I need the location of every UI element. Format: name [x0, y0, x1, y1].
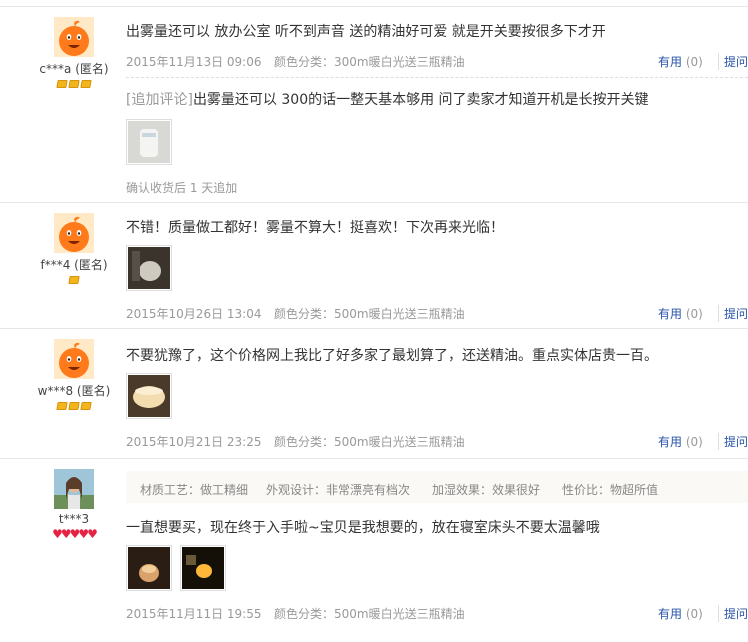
humidifier-photo-icon: [182, 547, 224, 589]
append-review: [追加评论]出雾量还可以 300的话一整天基本够用 问了卖家才知道开机是长按开关…: [126, 89, 649, 109]
append-text: 出雾量还可以 300的话一整天基本够用 问了卖家才知道开机是长按开关键: [192, 92, 649, 108]
review-photo[interactable]: [126, 245, 172, 291]
review-meta: 2015年10月26日 13:04 颜色分类：500m暖白光送三瓶精油: [126, 305, 465, 322]
tag-craft: 材质工艺：做工精细: [140, 483, 249, 497]
useful-count: (0): [685, 307, 703, 321]
color-class: 颜色分类：500m暖白光送三瓶精油: [274, 435, 465, 449]
humidifier-photo-icon: [128, 375, 170, 417]
review-date: 2015年10月26日 13:04: [126, 307, 262, 321]
user-photo-avatar: [54, 469, 94, 509]
reviewer-name: t***3: [58, 512, 90, 526]
heart-icon: ♥: [52, 527, 63, 541]
avatar[interactable]: [54, 17, 94, 57]
tag-design: 外观设计：非常漂亮有档次: [266, 483, 411, 497]
ask-link[interactable]: 提问: [718, 433, 748, 450]
review-text: 不错！质量做工都好！雾量不算大！挺喜欢！下次再来光临！: [126, 220, 504, 236]
diamond-icon: [68, 276, 80, 284]
heart-icon: ♥: [60, 527, 72, 541]
tag-effect: 加湿效果：效果很好: [432, 483, 541, 497]
useful-label[interactable]: 有用: [658, 55, 682, 69]
color-class: 颜色分类：300m暖白光送三瓶精油: [274, 55, 465, 69]
reviewer-info: w***8 (匿名): [14, 339, 134, 413]
useful-label[interactable]: 有用: [658, 435, 682, 449]
diamond-icon: [80, 402, 92, 410]
review-text: 出雾量还可以 放办公室 听不到声音 送的精油好可爱 就是开关要按很多下才开: [126, 24, 606, 40]
review-date: 2015年11月13日 09:06: [126, 55, 262, 69]
review-meta: 2015年11月13日 09:06 颜色分类：300m暖白光送三瓶精油: [126, 53, 465, 70]
humidifier-photo-icon: [128, 121, 170, 163]
humidifier-photo-icon: [128, 547, 170, 589]
review-item: t***3 ♥♥♥♥♥ 材质工艺：做工精细 外观设计：非常漂亮有档次 加湿效果：…: [0, 458, 748, 642]
useful-button[interactable]: 有用 (0): [658, 53, 703, 70]
append-note: 确认收货后 1 天追加: [126, 181, 238, 195]
useful-label[interactable]: 有用: [658, 607, 682, 621]
ask-link[interactable]: 提问: [718, 305, 748, 322]
reviewer-name: f***4 (匿名): [40, 258, 108, 272]
append-divider: [126, 77, 748, 78]
diamond-icon: [56, 80, 68, 88]
reviewer-rank: ♥♥♥♥♥: [14, 527, 134, 541]
heart-icon: ♥: [87, 527, 98, 541]
review-photo[interactable]: [126, 545, 172, 591]
reviewer-name: w***8 (匿名): [37, 384, 111, 398]
review-text: 一直想要买，现在终于入手啦~宝贝是我想要的，放在寝室床头不要太温馨哦: [126, 520, 600, 536]
orange-mascot-icon: [54, 17, 94, 57]
diamond-icon: [68, 80, 80, 88]
review-item: f***4 (匿名) 不错！质量做工都好！雾量不算大！挺喜欢！下次再来光临！ 2…: [0, 202, 748, 329]
rating-tags: 材质工艺：做工精细 外观设计：非常漂亮有档次 加湿效果：效果很好 性价比：物超所…: [126, 471, 748, 503]
append-tag: [追加评论]: [126, 92, 193, 108]
color-class: 颜色分类：500m暖白光送三瓶精油: [274, 307, 465, 321]
review-date: 2015年10月21日 23:25: [126, 435, 262, 449]
ask-link[interactable]: 提问: [718, 53, 748, 70]
color-class: 颜色分类：500m暖白光送三瓶精油: [274, 607, 465, 621]
review-item: c***a (匿名) 出雾量还可以 放办公室 听不到声音 送的精油好可爱 就是开…: [0, 6, 748, 203]
reviewer-rank: [14, 276, 134, 287]
avatar[interactable]: [54, 339, 94, 379]
orange-mascot-icon: [54, 213, 94, 253]
diamond-icon: [56, 402, 68, 410]
humidifier-photo-icon: [128, 247, 170, 289]
reviewer-info: t***3 ♥♥♥♥♥: [14, 469, 134, 541]
heart-icon: ♥: [78, 527, 89, 541]
review-text: 不要犹豫了，这个价格网上我比了好多家了最划算了，还送精油。重点实体店贵一百。: [126, 348, 658, 364]
reviewer-info: f***4 (匿名): [14, 213, 134, 287]
review-photo[interactable]: [126, 119, 172, 165]
review-photo[interactable]: [126, 373, 172, 419]
avatar[interactable]: [54, 469, 94, 509]
reviewer-name: c***a (匿名): [39, 62, 109, 76]
reviewer-info: c***a (匿名): [14, 17, 134, 91]
review-item: w***8 (匿名) 不要犹豫了，这个价格网上我比了好多家了最划算了，还送精油。…: [0, 328, 748, 459]
ask-link[interactable]: 提问: [718, 605, 748, 622]
review-date: 2015年11月11日 19:55: [126, 607, 262, 621]
useful-count: (0): [685, 55, 703, 69]
useful-label[interactable]: 有用: [658, 307, 682, 321]
review-meta: 2015年11月11日 19:55 颜色分类：500m暖白光送三瓶精油: [126, 605, 465, 622]
review-meta: 2015年10月21日 23:25 颜色分类：500m暖白光送三瓶精油: [126, 433, 465, 450]
useful-count: (0): [685, 435, 703, 449]
reviewer-rank: [14, 402, 134, 413]
review-photo[interactable]: [180, 545, 226, 591]
reviewer-rank: [14, 80, 134, 91]
avatar[interactable]: [54, 213, 94, 253]
useful-button[interactable]: 有用 (0): [658, 433, 703, 450]
useful-button[interactable]: 有用 (0): [658, 305, 703, 322]
tag-value: 性价比：物超所值: [562, 483, 659, 497]
useful-count: (0): [685, 607, 703, 621]
diamond-icon: [80, 80, 92, 88]
useful-button[interactable]: 有用 (0): [658, 605, 703, 622]
diamond-icon: [68, 402, 80, 410]
orange-mascot-icon: [54, 339, 94, 379]
